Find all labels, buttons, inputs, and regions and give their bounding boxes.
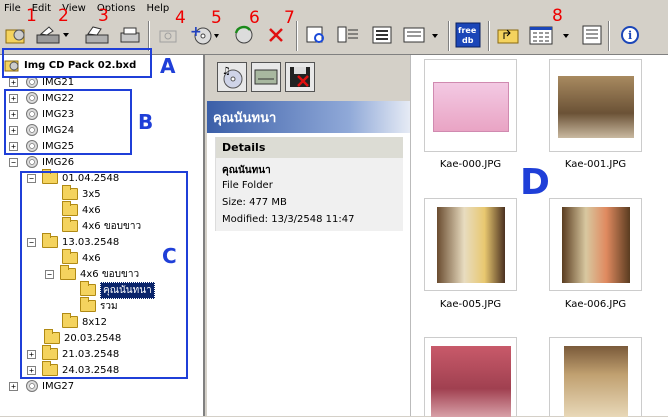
music-disc-icon: ♫ — [222, 66, 243, 89]
svg-text:+: + — [190, 24, 202, 40]
callout-c: C — [162, 244, 177, 268]
details-name: คุณนันทนา — [222, 165, 271, 176]
properties-button[interactable] — [578, 21, 606, 49]
callout-b: B — [138, 110, 154, 134]
list-view-icon — [337, 26, 358, 43]
details-type: File Folder — [222, 180, 273, 191]
svg-text:db: db — [462, 36, 474, 45]
properties-icon — [582, 25, 602, 45]
disc-list-icon — [372, 26, 392, 44]
view-mode-icon — [403, 27, 438, 43]
panel-toolbar: ♫ — [207, 55, 410, 101]
delete-x-icon — [269, 28, 283, 42]
svg-text:i: i — [628, 29, 632, 42]
callout-3: 3 — [98, 6, 109, 26]
tree-node-img27[interactable]: + IMG27 — [9, 378, 74, 394]
view-details-button[interactable] — [334, 21, 362, 49]
thumbnail-caption: Kae-005.JPG — [439, 299, 502, 310]
details-box: Details คุณนันทนา File Folder Size: 477 … — [215, 137, 403, 231]
tree-node-img26[interactable]: − IMG26 — [9, 154, 74, 170]
up-folder-button[interactable] — [494, 21, 522, 49]
freedb-icon: freedb — [455, 22, 481, 48]
thumbnail-grid-icon — [529, 26, 569, 45]
thumbnail-caption: Kae-006.JPG — [564, 299, 627, 310]
callout-2: 2 — [58, 6, 69, 26]
open-folder-icon — [5, 29, 25, 44]
details-modified: Modified: 13/3/2548 11:47 — [222, 214, 355, 225]
thumbnail[interactable] — [549, 59, 642, 152]
thumbnails-dropdown[interactable] — [526, 21, 572, 49]
camera-icon — [159, 30, 177, 43]
hand-disc-icon — [36, 26, 69, 44]
tree-label: IMG21 — [42, 76, 75, 88]
callout-5: 5 — [211, 8, 222, 28]
thumbnail-caption: Kae-001.JPG — [564, 159, 627, 170]
disc-view-button[interactable]: ♫ — [217, 62, 247, 92]
photo-image — [437, 207, 505, 283]
up-folder-icon — [497, 29, 519, 44]
view-disc-button[interactable] — [368, 21, 396, 49]
search-icon — [306, 26, 324, 43]
about-button[interactable]: i — [616, 21, 644, 49]
annotation-box-b — [4, 89, 132, 155]
callout-7: 7 — [284, 8, 295, 28]
photo-image — [562, 207, 630, 283]
search-button[interactable] — [302, 21, 330, 49]
tree-label: IMG27 — [42, 380, 75, 392]
printer-icon — [120, 27, 140, 43]
callout-6: 6 — [249, 8, 260, 28]
disc-icon — [26, 380, 38, 392]
photo-image — [431, 346, 511, 417]
svg-text:♫: ♫ — [222, 66, 231, 77]
callout-8: 8 — [552, 6, 563, 26]
expand-icon[interactable]: + — [9, 77, 18, 87]
remove-disc-button[interactable] — [285, 62, 315, 92]
callout-a: A — [160, 54, 176, 78]
callout-1: 1 — [26, 6, 37, 26]
thumbnail[interactable] — [424, 337, 517, 417]
menu-help[interactable]: Help — [146, 3, 169, 14]
collapse-icon[interactable]: − — [9, 157, 18, 167]
floppy-delete-icon — [290, 67, 310, 87]
freedb-button[interactable]: free db — [454, 21, 482, 49]
view-mode-dropdown[interactable] — [400, 21, 440, 49]
details-panel: ♫ คุณนันทนา Details คุณนันทนา File Folde… — [207, 55, 410, 416]
menu-file[interactable]: File — [4, 3, 21, 14]
details-header: Details — [216, 137, 403, 158]
thumbnail[interactable] — [549, 337, 642, 417]
thumbnail-caption: Kae-000.JPG — [439, 159, 502, 170]
photo-image — [558, 76, 634, 138]
photo-image — [433, 82, 509, 132]
hand-drive-icon — [85, 26, 109, 44]
annotation-box-a — [2, 48, 152, 78]
annotation-box-c — [20, 171, 188, 379]
thumbnail[interactable] — [424, 59, 517, 152]
callout-4: 4 — [175, 8, 186, 28]
details-size: Size: 477 MB — [222, 197, 287, 208]
panel-title: คุณนันทนา — [207, 101, 410, 133]
drive-view-button[interactable] — [251, 62, 281, 92]
expand-icon[interactable]: + — [9, 381, 18, 391]
thumbnail[interactable] — [424, 198, 517, 291]
photo-image — [564, 346, 628, 417]
thumbnail[interactable] — [549, 198, 642, 291]
svg-text:free: free — [458, 26, 477, 35]
print-button[interactable] — [116, 21, 144, 49]
thumbnail-pane: Kae-000.JPG Kae-001.JPG Kae-005.JPG Kae-… — [410, 55, 668, 417]
callout-d: D — [520, 162, 550, 203]
drive-icon — [254, 69, 278, 85]
disc-icon — [26, 156, 38, 168]
info-icon: i — [621, 26, 639, 44]
tree-label: IMG26 — [42, 156, 75, 168]
